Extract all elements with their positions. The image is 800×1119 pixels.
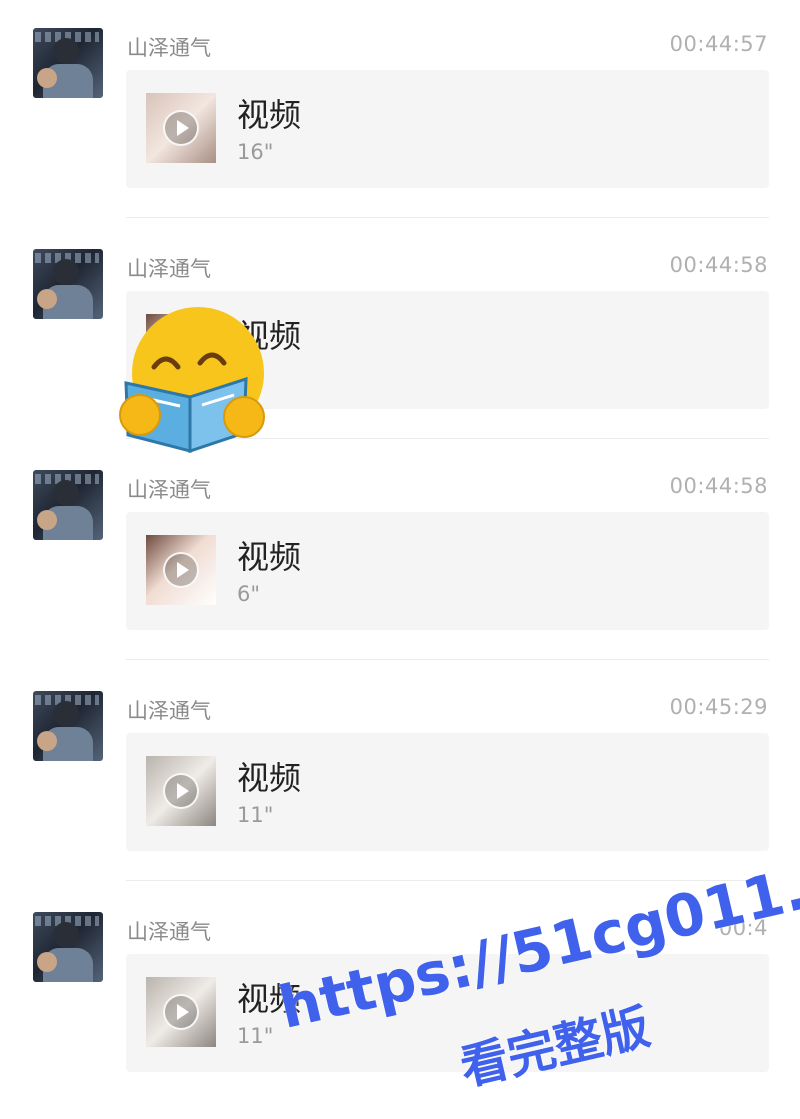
video-card[interactable]: 视频 11" [126,733,769,851]
chat-message: 山泽通气 00:45:29 视频 11" [0,663,800,884]
avatar[interactable] [33,470,103,540]
message-time: 00:45:29 [669,695,768,719]
video-label: 视频 [237,96,302,134]
video-duration: 16" [237,140,274,164]
message-time: 00:44:57 [669,32,768,56]
chat-message: 山泽通气 00:44:58 视频 6" [0,442,800,663]
video-thumbnail[interactable] [146,93,216,163]
sender-name: 山泽通气 [127,36,211,60]
sender-name: 山泽通气 [127,920,211,944]
play-icon [163,110,199,146]
chat-message: 山泽通气 00:44:57 视频 16" [0,0,800,221]
avatar[interactable] [33,28,103,98]
video-card[interactable]: 视频 11" [126,954,769,1072]
video-thumbnail[interactable] [146,977,216,1047]
sender-name: 山泽通气 [127,699,211,723]
video-thumbnail[interactable] [146,535,216,605]
sender-name: 山泽通气 [127,478,211,502]
video-label: 视频 [237,538,302,576]
chat-message: 山泽通气 00:4 视频 11" [0,884,800,1105]
video-label: 视频 [237,980,302,1018]
play-icon [163,552,199,588]
divider [126,217,769,218]
divider [126,659,769,660]
message-time: 00:44:58 [669,253,768,277]
play-icon [163,773,199,809]
video-label: 视频 [237,759,302,797]
reading-book-emoji-icon [119,307,265,454]
avatar[interactable] [33,249,103,319]
sender-name: 山泽通气 [127,257,211,281]
video-duration: 6" [237,582,261,606]
avatar[interactable] [33,691,103,761]
message-time: 00:44:58 [669,474,768,498]
video-duration: 11" [237,1024,274,1048]
video-duration: 11" [237,803,274,827]
video-card[interactable]: 视频 16" [126,70,769,188]
play-icon [163,994,199,1030]
video-card[interactable]: 视频 6" [126,512,769,630]
divider [126,880,769,881]
message-time: 00:4 [718,916,768,940]
avatar[interactable] [33,912,103,982]
video-thumbnail[interactable] [146,756,216,826]
